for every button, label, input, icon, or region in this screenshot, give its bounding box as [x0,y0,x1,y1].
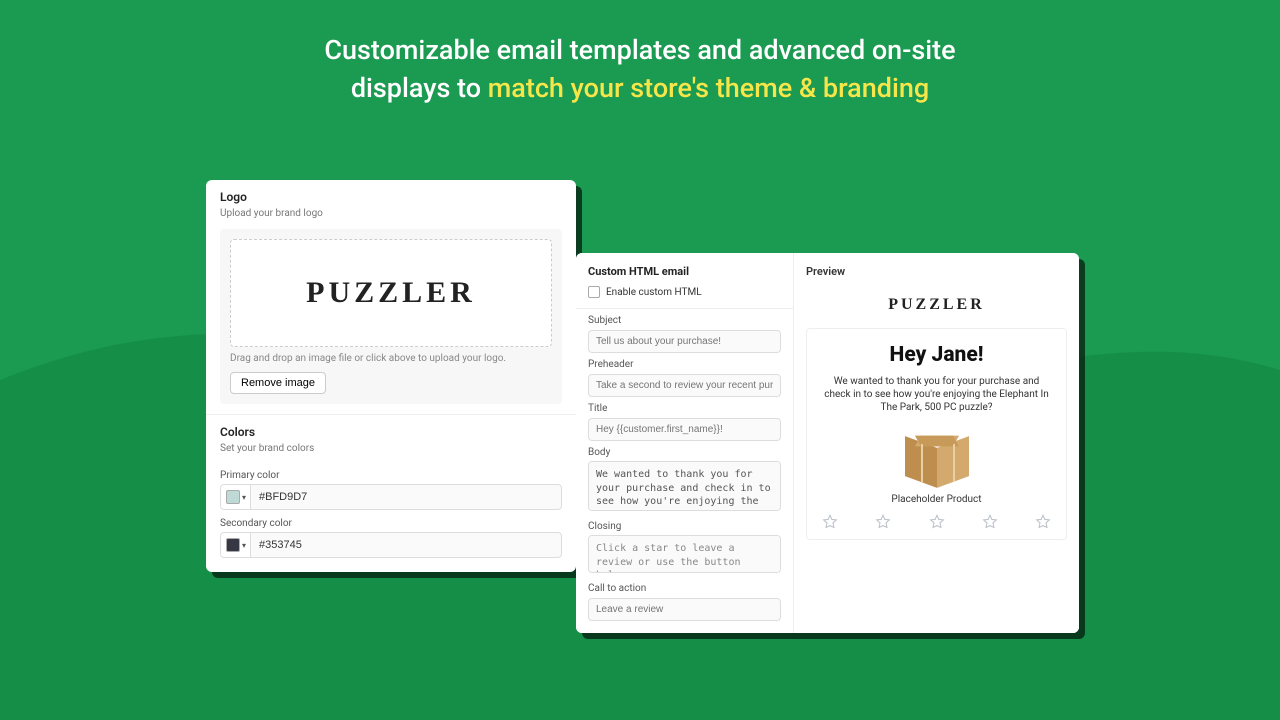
brand-logo: PUZZLER [306,276,476,310]
secondary-color-picker[interactable]: ▾ [220,532,562,558]
star-icon[interactable] [874,513,892,531]
preview-heading: Preview [806,265,1067,278]
preheader-input[interactable] [588,374,781,397]
star-icon[interactable] [1034,513,1052,531]
email-preview: Hey Jane! We wanted to thank you for you… [806,328,1067,540]
email-editor-card: Custom HTML email Enable custom HTML Sub… [576,253,1079,633]
preview-product-name: Placeholder Product [817,494,1056,505]
closing-label: Closing [588,521,781,532]
headline-line1: Customizable email templates and advance… [324,34,955,66]
logo-dropzone[interactable]: PUZZLER [230,239,552,347]
custom-html-title: Custom HTML email [588,265,781,278]
chevron-down-icon: ▾ [242,541,246,550]
headline-line2-pre: displays to [351,72,488,104]
enable-custom-html-checkbox[interactable] [588,286,600,298]
star-icon[interactable] [928,513,946,531]
headline-highlight: match your store's theme & branding [488,72,929,104]
product-box-icon [907,432,967,488]
brand-settings-card: Logo Upload your brand logo PUZZLER Drag… [206,180,576,572]
primary-hex-input[interactable] [251,485,561,509]
marketing-headline: Customizable email templates and advance… [0,32,1280,108]
subject-input[interactable] [588,330,781,353]
star-icon[interactable] [981,513,999,531]
chevron-down-icon: ▾ [242,493,246,502]
title-input[interactable] [588,418,781,441]
logo-hint-text: Drag and drop an image file or click abo… [230,353,552,364]
cta-input[interactable] [588,598,781,621]
primary-color-label: Primary color [220,470,562,481]
colors-section-title: Colors [220,425,562,439]
cta-label: Call to action [588,583,781,594]
body-textarea[interactable] [588,461,781,511]
preview-brand-logo: PUZZLER [806,288,1067,328]
preview-greeting: Hey Jane! [817,343,1056,367]
logo-section-title: Logo [220,190,562,204]
remove-image-button[interactable]: Remove image [230,372,326,394]
colors-section-subtitle: Set your brand colors [220,443,562,454]
secondary-color-label: Secondary color [220,518,562,529]
body-label: Body [588,447,781,458]
rating-stars [817,513,1056,531]
preview-body-text: We wanted to thank you for your purchase… [817,375,1056,414]
enable-custom-html-label: Enable custom HTML [606,287,702,298]
star-icon[interactable] [821,513,839,531]
preheader-label: Preheader [588,359,781,370]
subject-label: Subject [588,315,781,326]
logo-section-subtitle: Upload your brand logo [220,208,562,219]
secondary-hex-input[interactable] [251,533,561,557]
title-label: Title [588,403,781,414]
closing-textarea[interactable] [588,535,781,573]
primary-color-picker[interactable]: ▾ [220,484,562,510]
